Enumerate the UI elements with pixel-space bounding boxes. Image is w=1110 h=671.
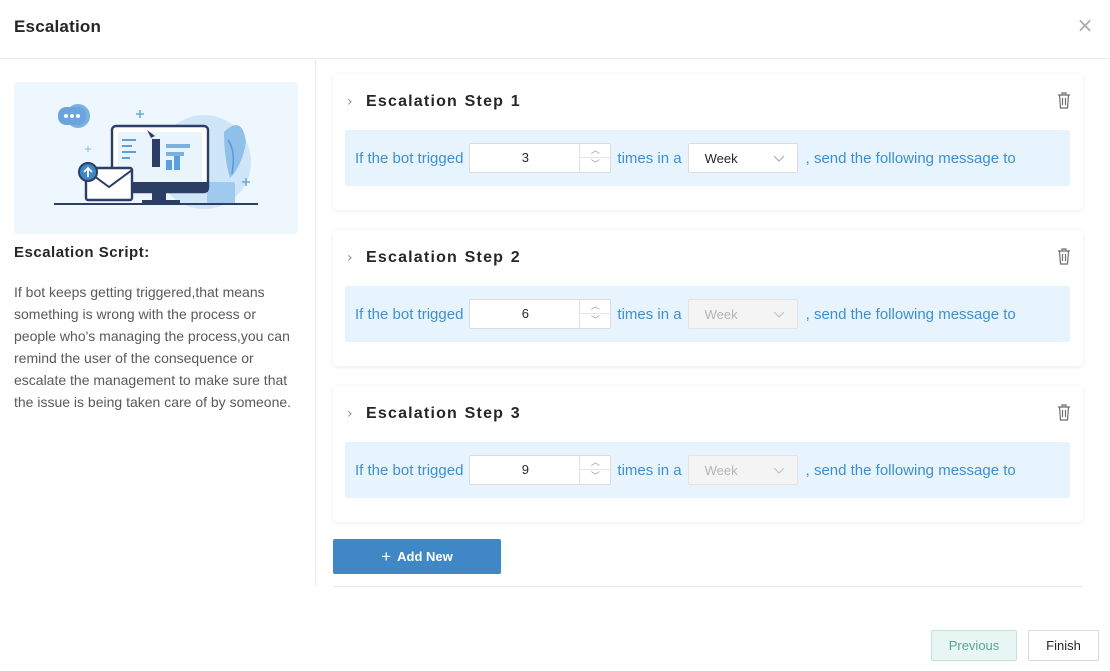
script-title: Escalation Script: bbox=[14, 244, 150, 261]
stepper-arrows: ︿ ﹀ bbox=[579, 144, 611, 172]
step-title: Escalation Step 3 bbox=[366, 405, 521, 422]
plus-icon: + bbox=[381, 546, 392, 566]
rule-suffix: , send the following message to bbox=[805, 149, 1016, 167]
escalation-steps: › Escalation Step 1 If the bot trigged 3… bbox=[333, 74, 1083, 542]
trash-icon[interactable] bbox=[1057, 91, 1071, 109]
caret-down-icon bbox=[773, 155, 785, 162]
left-panel: Escalation Script: If bot keeps getting … bbox=[14, 82, 298, 413]
illustration-graphic bbox=[54, 104, 258, 209]
period-value: Week bbox=[704, 150, 738, 166]
chevron-right-icon[interactable]: › bbox=[347, 406, 361, 422]
chevron-up-icon[interactable]: ︿ bbox=[580, 456, 611, 470]
count-stepper[interactable]: 9 ︿ ﹀ bbox=[469, 455, 612, 485]
chevron-up-icon[interactable]: ︿ bbox=[580, 300, 611, 314]
script-description: If bot keeps getting triggered,that mean… bbox=[14, 284, 292, 410]
rule-suffix: , send the following message to bbox=[805, 305, 1016, 323]
add-new-button[interactable]: + Add New bbox=[333, 539, 501, 574]
step-header[interactable]: › Escalation Step 2 bbox=[347, 248, 521, 268]
period-select: Week bbox=[687, 299, 798, 329]
chevron-right-icon[interactable]: › bbox=[347, 94, 361, 110]
add-new-label: Add New bbox=[397, 549, 453, 564]
trigger-rule: If the bot trigged 3 ︿ ﹀ times in a Week… bbox=[345, 130, 1070, 186]
count-input[interactable]: 9 bbox=[470, 456, 580, 484]
step-header[interactable]: › Escalation Step 1 bbox=[347, 92, 521, 112]
rule-mid: times in a bbox=[617, 149, 682, 167]
period-select[interactable]: Week bbox=[687, 143, 798, 173]
chevron-up-icon[interactable]: ︿ bbox=[580, 144, 611, 158]
stepper-arrows: ︿ ﹀ bbox=[579, 456, 611, 484]
vertical-divider bbox=[315, 60, 316, 586]
dialog-header: Escalation × bbox=[0, 0, 1110, 59]
rule-suffix: , send the following message to bbox=[805, 461, 1016, 479]
rule-prefix: If the bot trigged bbox=[355, 149, 464, 167]
period-value: Week bbox=[704, 306, 738, 322]
step-header[interactable]: › Escalation Step 3 bbox=[347, 404, 521, 424]
chevron-down-icon[interactable]: ﹀ bbox=[580, 158, 610, 172]
count-stepper[interactable]: 3 ︿ ﹀ bbox=[469, 143, 612, 173]
count-input[interactable]: 3 bbox=[470, 144, 580, 172]
dialog-title: Escalation bbox=[14, 17, 102, 36]
computer-escalation-illustration bbox=[14, 82, 298, 234]
finish-button[interactable]: Finish bbox=[1028, 630, 1099, 661]
count-input[interactable]: 6 bbox=[470, 300, 580, 328]
step-title: Escalation Step 2 bbox=[366, 249, 521, 266]
period-value: Week bbox=[704, 462, 738, 478]
count-stepper[interactable]: 6 ︿ ﹀ bbox=[469, 299, 612, 329]
escalation-step-2: › Escalation Step 2 If the bot trigged 6… bbox=[333, 230, 1083, 366]
rule-prefix: If the bot trigged bbox=[355, 305, 464, 323]
step-title: Escalation Step 1 bbox=[366, 93, 521, 110]
period-select: Week bbox=[687, 455, 798, 485]
horizontal-divider bbox=[333, 586, 1083, 587]
trash-icon[interactable] bbox=[1057, 403, 1071, 421]
trash-icon[interactable] bbox=[1057, 247, 1071, 265]
stepper-arrows: ︿ ﹀ bbox=[579, 300, 611, 328]
escalation-step-1: › Escalation Step 1 If the bot trigged 3… bbox=[333, 74, 1083, 210]
rule-mid: times in a bbox=[617, 305, 682, 323]
caret-down-icon bbox=[773, 311, 785, 318]
rule-mid: times in a bbox=[617, 461, 682, 479]
previous-button[interactable]: Previous bbox=[931, 630, 1017, 661]
trigger-rule: If the bot trigged 6 ︿ ﹀ times in a Week… bbox=[345, 286, 1070, 342]
escalation-step-3: › Escalation Step 3 If the bot trigged 9… bbox=[333, 386, 1083, 522]
close-icon[interactable]: × bbox=[1074, 14, 1096, 36]
chevron-down-icon[interactable]: ﹀ bbox=[580, 314, 610, 328]
rule-prefix: If the bot trigged bbox=[355, 461, 464, 479]
chevron-down-icon[interactable]: ﹀ bbox=[580, 470, 610, 484]
chevron-right-icon[interactable]: › bbox=[347, 250, 361, 266]
caret-down-icon bbox=[773, 467, 785, 474]
trigger-rule: If the bot trigged 9 ︿ ﹀ times in a Week… bbox=[345, 442, 1070, 498]
